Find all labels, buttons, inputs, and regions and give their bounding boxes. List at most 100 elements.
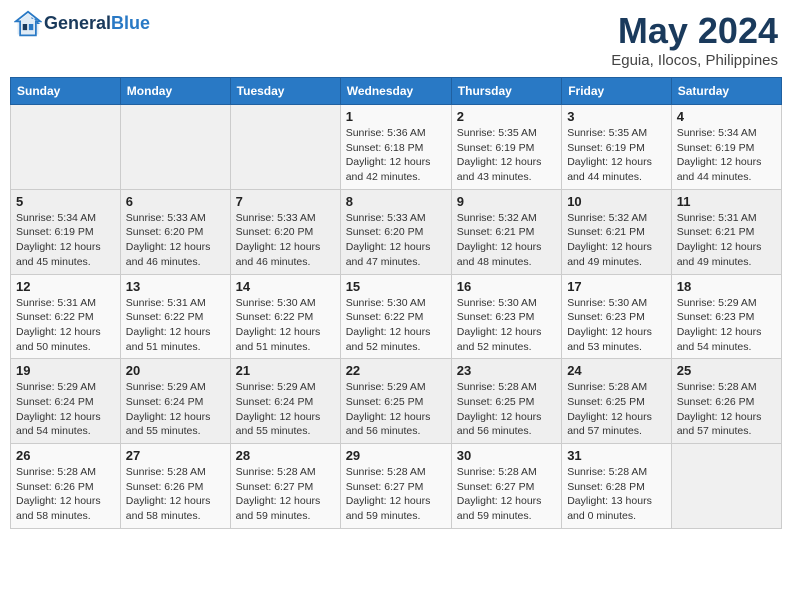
- calendar-cell: 11 Sunrise: 5:31 AM Sunset: 6:21 PM Dayli…: [671, 189, 781, 274]
- calendar-cell: 1 Sunrise: 5:36 AM Sunset: 6:18 PM Daylig…: [340, 105, 451, 190]
- day-number: 9: [457, 194, 556, 209]
- day-number: 20: [126, 363, 225, 378]
- day-info: Sunrise: 5:33 AM Sunset: 6:20 PM Dayligh…: [126, 211, 225, 270]
- calendar-cell: 22 Sunrise: 5:29 AM Sunset: 6:25 PM Dayli…: [340, 359, 451, 444]
- calendar-cell: 21 Sunrise: 5:29 AM Sunset: 6:24 PM Dayli…: [230, 359, 340, 444]
- day-number: 2: [457, 109, 556, 124]
- calendar-cell: 12Sunrise: 5:31 AM Sunset: 6:22 PM Dayli…: [11, 274, 121, 359]
- day-info: Sunrise: 5:35 AM Sunset: 6:19 PM Dayligh…: [567, 126, 666, 185]
- day-info: Sunrise: 5:28 AM Sunset: 6:25 PM Dayligh…: [457, 380, 556, 439]
- day-number: 14: [236, 279, 335, 294]
- calendar-cell: [11, 105, 121, 190]
- day-number: 27: [126, 448, 225, 463]
- calendar-cell: 15 Sunrise: 5:30 AM Sunset: 6:22 PM Dayli…: [340, 274, 451, 359]
- day-info: Sunrise: 5:30 AM Sunset: 6:23 PM Dayligh…: [457, 296, 556, 355]
- day-info: Sunrise: 5:31 AM Sunset: 6:21 PM Dayligh…: [677, 211, 776, 270]
- day-info: Sunrise: 5:30 AM Sunset: 6:22 PM Dayligh…: [346, 296, 446, 355]
- calendar-header: SundayMondayTuesdayWednesdayThursdayFrid…: [11, 78, 782, 105]
- day-number: 24: [567, 363, 666, 378]
- weekday-header-tuesday: Tuesday: [230, 78, 340, 105]
- day-info: Sunrise: 5:30 AM Sunset: 6:23 PM Dayligh…: [567, 296, 666, 355]
- day-number: 15: [346, 279, 446, 294]
- day-number: 23: [457, 363, 556, 378]
- day-number: 13: [126, 279, 225, 294]
- calendar-cell: 3 Sunrise: 5:35 AM Sunset: 6:19 PM Daylig…: [562, 105, 672, 190]
- logo-name: GeneralBlue: [44, 14, 150, 34]
- day-number: 25: [677, 363, 776, 378]
- day-number: 30: [457, 448, 556, 463]
- weekday-header-saturday: Saturday: [671, 78, 781, 105]
- day-info: Sunrise: 5:28 AM Sunset: 6:27 PM Dayligh…: [457, 465, 556, 524]
- day-number: 31: [567, 448, 666, 463]
- calendar-cell: [230, 105, 340, 190]
- calendar-cell: 14 Sunrise: 5:30 AM Sunset: 6:22 PM Dayli…: [230, 274, 340, 359]
- day-info: Sunrise: 5:34 AM Sunset: 6:19 PM Dayligh…: [677, 126, 776, 185]
- calendar-cell: 17 Sunrise: 5:30 AM Sunset: 6:23 PM Dayli…: [562, 274, 672, 359]
- day-number: 11: [677, 194, 776, 209]
- calendar-table: SundayMondayTuesdayWednesdayThursdayFrid…: [10, 77, 782, 529]
- day-info: Sunrise: 5:28 AM Sunset: 6:28 PM Dayligh…: [567, 465, 666, 524]
- day-info: Sunrise: 5:29 AM Sunset: 6:24 PM Dayligh…: [236, 380, 335, 439]
- day-number: 21: [236, 363, 335, 378]
- day-info: Sunrise: 5:36 AM Sunset: 6:18 PM Dayligh…: [346, 126, 446, 185]
- calendar-cell: 24 Sunrise: 5:28 AM Sunset: 6:25 PM Dayli…: [562, 359, 672, 444]
- day-info: Sunrise: 5:29 AM Sunset: 6:24 PM Dayligh…: [126, 380, 225, 439]
- weekday-header-wednesday: Wednesday: [340, 78, 451, 105]
- day-info: Sunrise: 5:28 AM Sunset: 6:25 PM Dayligh…: [567, 380, 666, 439]
- calendar-cell: 23 Sunrise: 5:28 AM Sunset: 6:25 PM Dayli…: [451, 359, 561, 444]
- calendar-cell: 7Sunrise: 5:33 AM Sunset: 6:20 PM Daylig…: [230, 189, 340, 274]
- page-header: GeneralBlue May 2024 Eguia, Ilocos, Phil…: [10, 10, 782, 69]
- calendar-cell: 20 Sunrise: 5:29 AM Sunset: 6:24 PM Dayli…: [120, 359, 230, 444]
- calendar-cell: 9 Sunrise: 5:32 AM Sunset: 6:21 PM Daylig…: [451, 189, 561, 274]
- weekday-header-thursday: Thursday: [451, 78, 561, 105]
- day-number: 5: [16, 194, 115, 209]
- day-info: Sunrise: 5:29 AM Sunset: 6:23 PM Dayligh…: [677, 296, 776, 355]
- calendar-cell: [120, 105, 230, 190]
- calendar-cell: 5Sunrise: 5:34 AM Sunset: 6:19 PM Daylig…: [11, 189, 121, 274]
- day-number: 3: [567, 109, 666, 124]
- calendar-week-1: 1 Sunrise: 5:36 AM Sunset: 6:18 PM Daylig…: [11, 105, 782, 190]
- calendar-week-2: 5Sunrise: 5:34 AM Sunset: 6:19 PM Daylig…: [11, 189, 782, 274]
- calendar-cell: 16 Sunrise: 5:30 AM Sunset: 6:23 PM Dayli…: [451, 274, 561, 359]
- calendar-cell: 2Sunrise: 5:35 AM Sunset: 6:19 PM Daylig…: [451, 105, 561, 190]
- day-info: Sunrise: 5:28 AM Sunset: 6:27 PM Dayligh…: [346, 465, 446, 524]
- day-info: Sunrise: 5:29 AM Sunset: 6:24 PM Dayligh…: [16, 380, 115, 439]
- day-info: Sunrise: 5:28 AM Sunset: 6:27 PM Dayligh…: [236, 465, 335, 524]
- title-block: May 2024 Eguia, Ilocos, Philippines: [611, 10, 778, 69]
- logo-general: General: [44, 13, 111, 33]
- calendar-cell: 28 Sunrise: 5:28 AM Sunset: 6:27 PM Dayli…: [230, 444, 340, 529]
- day-number: 22: [346, 363, 446, 378]
- day-number: 10: [567, 194, 666, 209]
- calendar-cell: 25 Sunrise: 5:28 AM Sunset: 6:26 PM Dayli…: [671, 359, 781, 444]
- day-info: Sunrise: 5:32 AM Sunset: 6:21 PM Dayligh…: [457, 211, 556, 270]
- day-number: 17: [567, 279, 666, 294]
- calendar-cell: 19 Sunrise: 5:29 AM Sunset: 6:24 PM Dayli…: [11, 359, 121, 444]
- calendar-week-4: 19 Sunrise: 5:29 AM Sunset: 6:24 PM Dayli…: [11, 359, 782, 444]
- day-number: 1: [346, 109, 446, 124]
- day-number: 12: [16, 279, 115, 294]
- calendar-cell: [671, 444, 781, 529]
- day-info: Sunrise: 5:28 AM Sunset: 6:26 PM Dayligh…: [677, 380, 776, 439]
- weekday-header-row: SundayMondayTuesdayWednesdayThursdayFrid…: [11, 78, 782, 105]
- day-number: 7: [236, 194, 335, 209]
- weekday-header-sunday: Sunday: [11, 78, 121, 105]
- calendar-cell: 4 Sunrise: 5:34 AM Sunset: 6:19 PM Daylig…: [671, 105, 781, 190]
- logo-blue: Blue: [111, 13, 150, 33]
- calendar-week-3: 12 Sunrise: 5:31 AM Sunset: 6:22 PM Dayli…: [11, 274, 782, 359]
- day-info: Sunrise: 5:31 AM Sunset: 6:22 PM Dayligh…: [126, 296, 225, 355]
- calendar-cell: 26Sunrise: 5:28 AM Sunset: 6:26 PM Dayli…: [11, 444, 121, 529]
- calendar-cell: 18 Sunrise: 5:29 AM Sunset: 6:23 PM Dayli…: [671, 274, 781, 359]
- day-number: 19: [16, 363, 115, 378]
- day-number: 28: [236, 448, 335, 463]
- calendar-cell: 10Sunrise: 5:32 AM Sunset: 6:21 PM Dayli…: [562, 189, 672, 274]
- day-number: 4: [677, 109, 776, 124]
- day-info: Sunrise: 5:29 AM Sunset: 6:25 PM Dayligh…: [346, 380, 446, 439]
- calendar-cell: 8Sunrise: 5:33 AM Sunset: 6:20 PM Daylig…: [340, 189, 451, 274]
- day-info: Sunrise: 5:33 AM Sunset: 6:20 PM Dayligh…: [346, 211, 446, 270]
- day-number: 26: [16, 448, 115, 463]
- day-number: 29: [346, 448, 446, 463]
- day-number: 16: [457, 279, 556, 294]
- calendar-cell: 31 Sunrise: 5:28 AM Sunset: 6:28 PM Dayli…: [562, 444, 672, 529]
- day-info: Sunrise: 5:30 AM Sunset: 6:22 PM Dayligh…: [236, 296, 335, 355]
- day-number: 18: [677, 279, 776, 294]
